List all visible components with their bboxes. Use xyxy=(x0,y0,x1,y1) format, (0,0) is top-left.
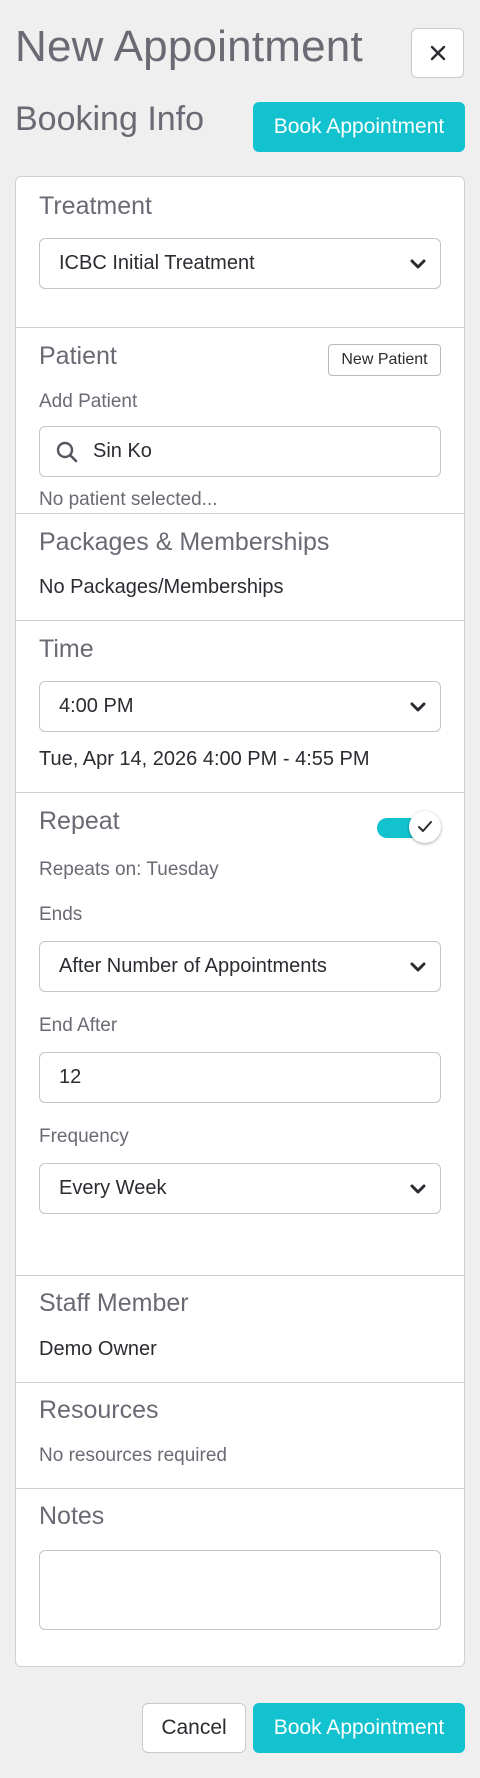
frequency-select-value: Every Week xyxy=(59,1177,167,1199)
cancel-button[interactable]: Cancel xyxy=(142,1703,246,1753)
treatment-title: Treatment xyxy=(39,192,153,220)
patient-status: No patient selected... xyxy=(39,489,218,510)
time-section: Time 4:00 PM Tue, Apr 14, 2026 4:00 PM -… xyxy=(16,620,464,792)
time-title: Time xyxy=(39,635,94,663)
packages-value: No Packages/Memberships xyxy=(39,576,284,598)
time-summary: Tue, Apr 14, 2026 4:00 PM - 4:55 PM xyxy=(39,748,370,770)
resources-section: Resources No resources required xyxy=(16,1382,464,1488)
repeat-toggle[interactable] xyxy=(377,811,441,843)
packages-title: Packages & Memberships xyxy=(39,528,330,556)
packages-section: Packages & Memberships No Packages/Membe… xyxy=(16,513,464,620)
ends-select-value: After Number of Appointments xyxy=(59,955,327,977)
staff-title: Staff Member xyxy=(39,1289,189,1317)
search-icon xyxy=(56,441,78,462)
time-select[interactable]: 4:00 PM xyxy=(39,681,441,732)
notes-textarea[interactable] xyxy=(39,1550,441,1630)
treatment-select-value: ICBC Initial Treatment xyxy=(59,252,255,274)
end-after-label: End After xyxy=(39,1015,118,1036)
resources-value: No resources required xyxy=(39,1445,227,1466)
repeats-on-text: Repeats on: Tuesday xyxy=(39,859,219,880)
new-patient-button[interactable]: New Patient xyxy=(328,344,441,376)
chevron-down-icon xyxy=(410,259,426,268)
notes-title: Notes xyxy=(39,1502,105,1530)
time-select-value: 4:00 PM xyxy=(59,695,134,717)
repeat-toggle-knob xyxy=(409,811,441,843)
chevron-down-icon xyxy=(410,962,426,971)
ends-label: Ends xyxy=(39,904,83,925)
add-patient-label: Add Patient xyxy=(39,391,138,412)
book-appointment-button[interactable]: Book Appointment xyxy=(253,1703,465,1753)
resources-title: Resources xyxy=(39,1396,159,1424)
frequency-label: Frequency xyxy=(39,1126,129,1147)
close-button[interactable] xyxy=(411,28,464,78)
patient-search-input[interactable]: Sin Ko xyxy=(39,426,441,477)
repeat-title: Repeat xyxy=(39,807,120,835)
close-icon xyxy=(430,45,445,61)
book-appointment-button-top[interactable]: Book Appointment xyxy=(253,102,465,152)
ends-select[interactable]: After Number of Appointments xyxy=(39,941,441,992)
repeat-section: Repeat Repeats on: Tuesday Ends After Nu… xyxy=(16,792,464,1252)
patient-section: Patient New Patient Add Patient Sin Ko N… xyxy=(16,327,464,513)
staff-section: Staff Member Demo Owner xyxy=(16,1275,464,1382)
page-title: New Appointment xyxy=(15,22,363,71)
notes-section: Notes xyxy=(16,1488,464,1668)
end-after-input[interactable]: 12 xyxy=(39,1052,441,1103)
treatment-select[interactable]: ICBC Initial Treatment xyxy=(39,238,441,289)
end-after-value: 12 xyxy=(59,1066,82,1088)
patient-title: Patient xyxy=(39,342,117,370)
booking-form-card: Treatment ICBC Initial Treatment Patient… xyxy=(15,176,465,1667)
patient-search-value: Sin Ko xyxy=(93,440,152,462)
chevron-down-icon xyxy=(410,702,426,711)
section-subtitle: Booking Info xyxy=(15,100,205,138)
check-icon xyxy=(418,821,432,832)
chevron-down-icon xyxy=(410,1184,426,1193)
frequency-select[interactable]: Every Week xyxy=(39,1163,441,1214)
treatment-section: Treatment ICBC Initial Treatment xyxy=(16,177,464,327)
staff-value: Demo Owner xyxy=(39,1338,157,1360)
